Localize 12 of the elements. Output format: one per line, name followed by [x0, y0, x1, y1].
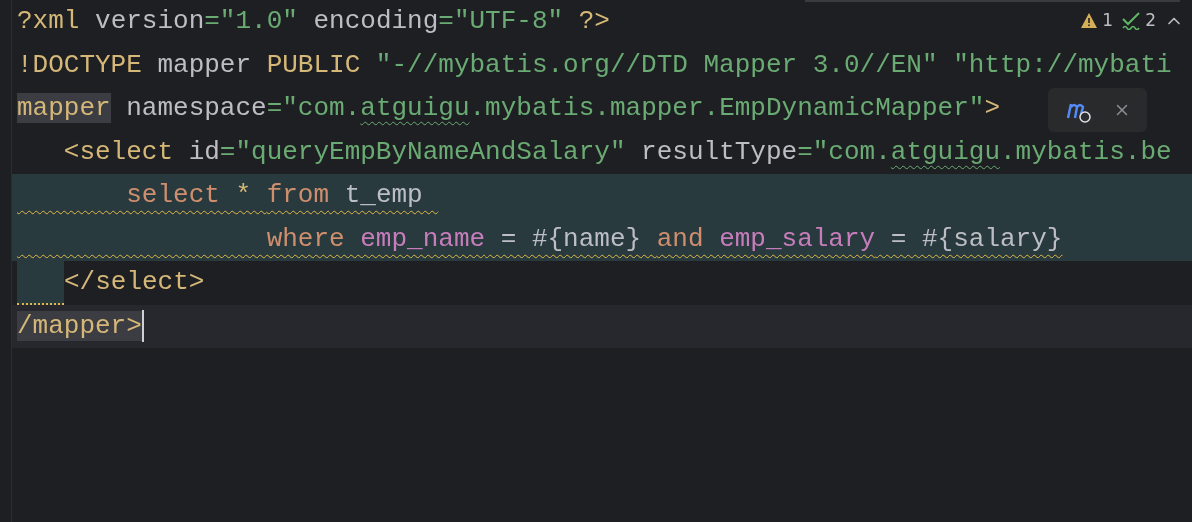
code-line: mapper namespace="com.atguigu.mybatis.mapper.EmpDynamicMapper"> — [17, 92, 1000, 125]
text-cursor — [141, 310, 144, 343]
code-line: !DOCTYPE mapper PUBLIC "-//mybatis.org//DTD Mapper 3.0//EN" "http://mybati — [17, 48, 1172, 82]
check-icon — [1121, 11, 1142, 30]
code-line: where emp_name = #{name} and emp_salary = #{salary} — [265, 222, 1063, 256]
code-line: select * from t_emp — [125, 179, 424, 212]
warning-icon — [1080, 12, 1099, 30]
code-line: <select id="queryEmpByNameAndSalary" resultType="com.atguigu.mybatis.be — [62, 135, 1172, 169]
weak-warnings-counter[interactable]: 2 — [1121, 8, 1156, 34]
warnings-counter[interactable]: 1 — [1080, 8, 1114, 34]
code-line: ?xml version="1.0" encoding="UTF-8" ?> — [17, 5, 610, 38]
code-line: </select> — [64, 266, 205, 299]
